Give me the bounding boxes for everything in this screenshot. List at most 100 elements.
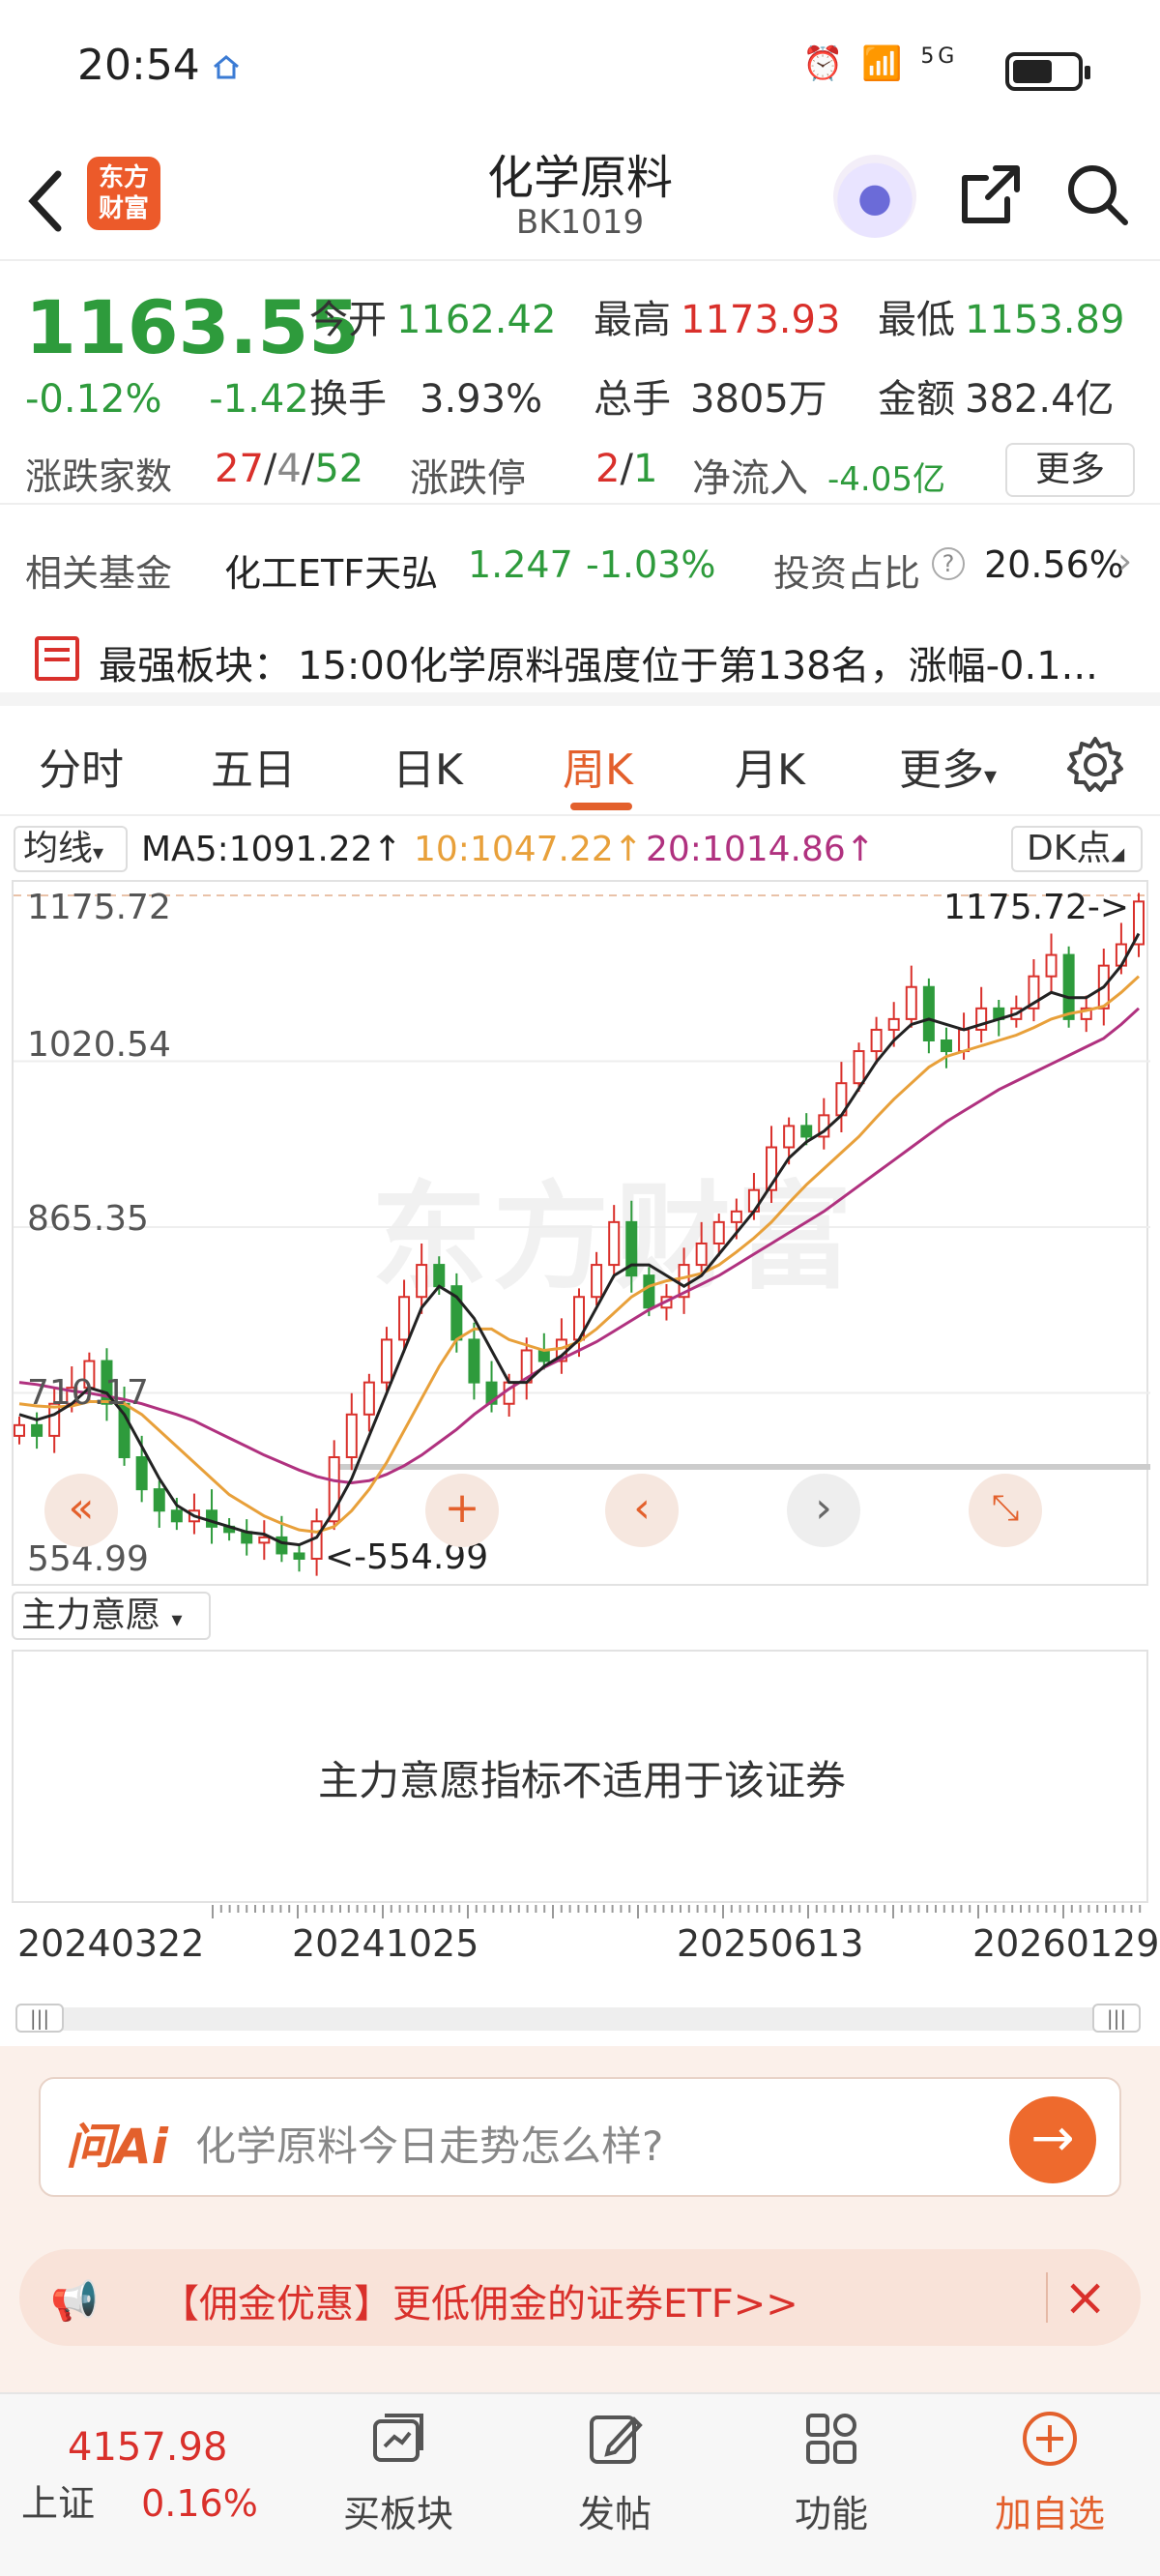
candle (643, 1274, 655, 1309)
help-icon[interactable]: ? (932, 547, 965, 580)
range-slider[interactable]: ||| ||| (15, 2004, 1141, 2033)
range-handle-right[interactable]: ||| (1092, 2004, 1141, 2033)
back-icon[interactable] (19, 162, 77, 240)
indicator-panel: 主力意愿指标不适用于该证券 (12, 1650, 1148, 1903)
tab-intraday[interactable]: 分时 (39, 735, 124, 797)
promo-banner[interactable]: 📢 【佣金优惠】更低佣金的证券ETF>> × (19, 2249, 1141, 2346)
close-icon[interactable]: × (1063, 2267, 1107, 2327)
candle (14, 1423, 25, 1437)
zoom-in-button[interactable]: + (425, 1474, 499, 1547)
candle (170, 1509, 183, 1523)
candle (537, 1349, 550, 1362)
tab-more[interactable]: 更多▾ (899, 735, 997, 797)
tab-daily-k[interactable]: 日K (392, 735, 463, 797)
battery-icon (1005, 52, 1090, 91)
fullscreen-icon[interactable]: ⤡ (969, 1474, 1042, 1547)
candle (345, 1413, 358, 1458)
netflow-value: -4.05亿 (827, 460, 945, 499)
open-cell: 今开 1162.42 (309, 288, 556, 344)
strongest-board-notice[interactable]: 最强板块： 15:00化学原料强度位于第138名，涨幅-0.1... (0, 619, 1160, 706)
scroll-right-button[interactable]: › (787, 1474, 860, 1547)
grid-icon (806, 2414, 856, 2464)
volume-cell: 总手 3805万 (594, 367, 827, 424)
ma10-value: 10:1047.22↑ (414, 830, 643, 869)
add-watchlist-label: 加自选 (994, 2493, 1105, 2535)
ai-question-text[interactable]: 化学原料今日走势怎么样? (195, 2114, 663, 2173)
range-handle-left[interactable]: ||| (15, 2004, 64, 2033)
promo-text: 【佣金优惠】更低佣金的证券ETF>> (160, 2282, 798, 2327)
megaphone-icon: 📢 (50, 2279, 99, 2324)
candle (416, 1264, 428, 1299)
y-tick-label: 710.17 (27, 1373, 149, 1413)
amount-cell: 金额 382.4亿 (878, 367, 1115, 424)
date-label: 20240322 (17, 1922, 205, 1965)
fund-ratio-label: 投资占比 (773, 552, 921, 595)
dk-point-button[interactable]: DK点◢ (1011, 826, 1143, 872)
kline-chart[interactable]: 东方财富 1175.72 1020.54 865.35 710.17 554.9… (12, 880, 1150, 1586)
index-pct: 0.16% (141, 2482, 258, 2525)
share-icon[interactable] (957, 161, 1025, 228)
open-value: 1162.42 (396, 298, 557, 342)
search-icon[interactable] (1063, 161, 1131, 228)
buy-board-label: 买板块 (342, 2493, 453, 2535)
candle (1115, 943, 1127, 967)
post-label: 发帖 (577, 2493, 652, 2535)
breadth-up: 27 (215, 447, 264, 491)
tab-monthly-k[interactable]: 月K (735, 735, 805, 797)
indicator-selector[interactable]: 主力意愿 ▾ (12, 1592, 211, 1640)
tab-five-day[interactable]: 五日 (211, 735, 296, 797)
arrow-right-icon[interactable]: → (1009, 2096, 1096, 2183)
more-button[interactable]: 更多 (1005, 443, 1135, 497)
board-code: BK1019 (515, 203, 645, 242)
candle (940, 1039, 952, 1053)
board-icon (35, 636, 79, 681)
active-tab-indicator (570, 803, 632, 810)
caret-down-icon: ▾ (93, 841, 104, 865)
change-abs: -1.42 (209, 377, 309, 422)
functions-button[interactable]: 功能 (744, 2408, 918, 2537)
candle (362, 1381, 375, 1416)
plus-circle-icon (1023, 2412, 1077, 2466)
ai-question-box[interactable]: 问Ai 化学原料今日走势怎么样? → (39, 2077, 1121, 2197)
caret-down-icon: ▾ (171, 1608, 183, 1632)
candle (922, 985, 935, 1041)
status-icons: ⏰ 📶 5G (802, 44, 958, 83)
add-watchlist-button[interactable]: 加自选 (963, 2408, 1137, 2537)
divider (1046, 2272, 1048, 2323)
date-ticks (212, 1905, 1142, 1918)
post-button[interactable]: 发帖 (528, 2408, 702, 2537)
candle (31, 1423, 44, 1437)
candle (398, 1296, 411, 1341)
candle (695, 1242, 708, 1267)
candle (293, 1552, 305, 1560)
scroll-left-fast-button[interactable]: « (44, 1474, 118, 1547)
notice-label: 最强板块： (99, 644, 292, 688)
index-quote[interactable]: 4157.98 上证 0.16% (21, 2425, 258, 2527)
candle (870, 1028, 883, 1053)
limit-up: 2 (595, 447, 621, 491)
robot-assistant-icon[interactable] (833, 155, 916, 238)
scroll-left-button[interactable]: ‹ (605, 1474, 679, 1547)
indicator-message: 主力意愿指标不适用于该证券 (317, 1757, 846, 1804)
y-tick-label: 1175.72 (27, 888, 171, 927)
ma10-line (18, 975, 1141, 1534)
candle (783, 1125, 796, 1149)
settings-gear-icon[interactable] (1065, 735, 1125, 795)
related-fund-row[interactable]: 相关基金 化工ETF天弘 1.247 -1.03% 投资占比 ? 20.56% … (0, 522, 1160, 609)
edit-icon (590, 2415, 643, 2464)
kline-canvas (14, 893, 1150, 1576)
breadth-flat: 4 (276, 447, 302, 491)
tab-weekly-k[interactable]: 周K (563, 735, 633, 797)
ma-selector-label: 均线 (23, 829, 94, 868)
period-tabs: 分时 五日 日K 周K 月K 更多▾ (0, 716, 1160, 816)
candle (591, 1264, 603, 1299)
home-icon (214, 55, 239, 79)
ma-selector[interactable]: 均线▾ (14, 826, 128, 872)
ai-logo: 问Ai (66, 2119, 168, 2175)
chevron-right-icon: › (1117, 540, 1133, 582)
page-title: 化学原料 (486, 151, 673, 205)
candle (468, 1338, 480, 1384)
max-marker: 1175.72-> (943, 888, 1130, 927)
buy-board-button[interactable]: 买板块 (311, 2408, 485, 2537)
quote-panel: 1163.55 -0.12% -1.42 今开 1162.42 最高 1173.93… (0, 263, 1160, 505)
